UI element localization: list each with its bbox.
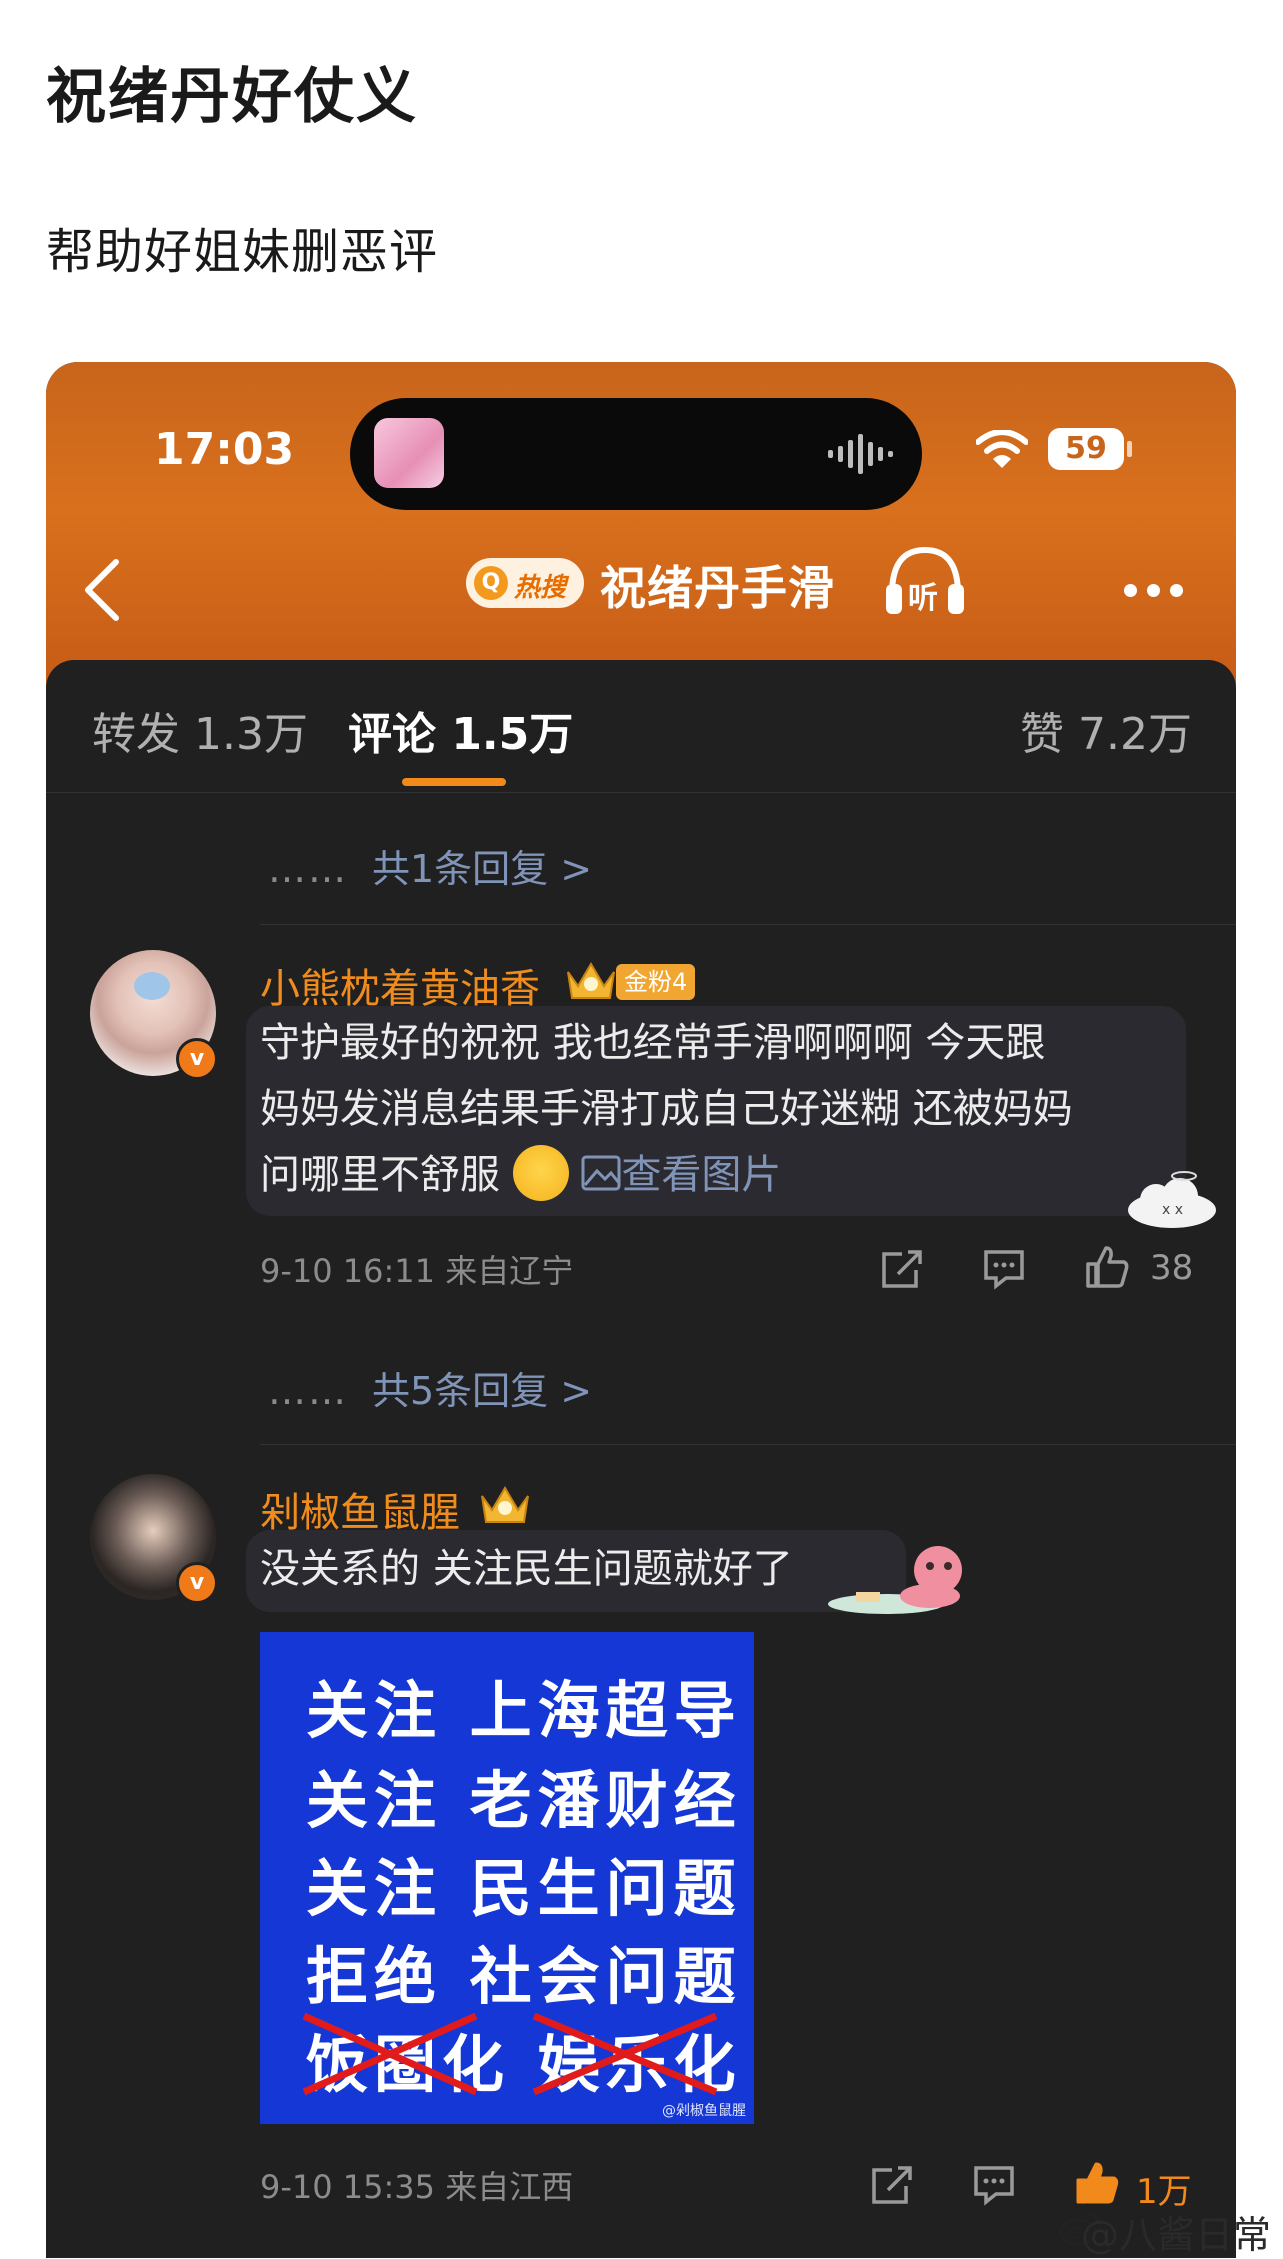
fan-level-badge: 金粉4 (616, 964, 696, 1000)
share-icon[interactable] (870, 2164, 914, 2206)
verified-badge-icon: v (176, 1038, 218, 1080)
poster-line-1: 关注 上海超导 (306, 1674, 742, 1747)
battery-tip (1127, 441, 1132, 457)
divider (260, 924, 1236, 925)
battery-indicator: 59 (1048, 428, 1124, 470)
share-icon[interactable] (880, 1248, 924, 1290)
like-count: 38 (1150, 1248, 1194, 1288)
comment-icon[interactable] (982, 1248, 1026, 1290)
music-thumbnail (374, 418, 444, 488)
post-title: 祝绪丹好仗义 (46, 62, 418, 132)
more-options-icon[interactable] (1124, 582, 1193, 601)
tab-repost[interactable]: 转发 1.3万 (92, 698, 308, 762)
comment-meta: 9-10 15:35 来自江西 (260, 2168, 574, 2206)
comment-line-1: 守护最好的祝祝 我也经常手滑啊啊啊 今天跟 (260, 1020, 1046, 1066)
thumbs-up-icon[interactable] (1084, 1244, 1130, 1290)
strike-cross-icon (302, 2012, 478, 2096)
comment-text: 没关系的 关注民生问题就好了 (260, 1546, 793, 1592)
strike-cross-icon (532, 2012, 718, 2096)
watermark: @八酱日常 (1080, 2213, 1271, 2257)
reply-summary-link[interactable]: …… 共5条回复 > (268, 1360, 592, 1415)
search-icon: Q (474, 566, 508, 600)
image-icon (581, 1155, 621, 1191)
attached-poster-image[interactable]: 关注 上海超导 关注 老潘财经 关注 民生问题 拒绝 社会问题 饭圈化 娱乐化 … (260, 1632, 754, 2124)
svg-text:x x: x x (1162, 1202, 1183, 1218)
comment-icon[interactable] (972, 2164, 1016, 2206)
crown-icon (567, 962, 615, 999)
reply-summary-text: 共1条回复 > (372, 847, 593, 891)
cloud-sticker-icon: x x (1128, 1171, 1216, 1228)
verified-badge-icon: v (176, 1562, 218, 1604)
tab-likes[interactable]: 赞 7.2万 (1020, 698, 1192, 762)
poster-line-3: 关注 民生问题 (306, 1852, 742, 1925)
divider (260, 1444, 1236, 1445)
reply-summary-link[interactable]: …… 共1条回复 > (268, 838, 592, 893)
topic-title[interactable]: 祝绪丹手滑 (600, 552, 835, 618)
dynamic-island[interactable] (350, 398, 922, 510)
crown-icon (481, 1486, 529, 1523)
listen-label: 听 (908, 581, 938, 616)
weibo-header: 17:03 59 Q 热搜 祝绪丹手滑 听 (46, 362, 1236, 692)
comment-meta: 9-10 16:11 来自辽宁 (260, 1252, 574, 1290)
post-body: 帮助好姐妹删恶评 (46, 224, 439, 280)
view-image-label: 查看图片 (621, 1152, 782, 1198)
hot-search-label: 热搜 (514, 573, 567, 603)
comment-line-2: 妈妈发消息结果手滑打成自己好迷糊 还被妈妈 (260, 1086, 1073, 1132)
poster-credit: @剁椒鱼鼠腥 (662, 2103, 746, 2119)
view-image-link[interactable]: 查看图片 (581, 1152, 781, 1198)
hot-search-badge[interactable]: Q 热搜 (466, 558, 584, 608)
comment-line-3: 问哪里不舒服 查看图片 (260, 1142, 781, 1208)
reply-dots: …… (268, 1369, 348, 1413)
status-time: 17:03 (154, 424, 295, 475)
poster-line-4: 拒绝 社会问题 (306, 1940, 742, 2013)
beaver-sticker-icon (828, 1546, 962, 1614)
headphones-listen-icon[interactable]: 听 (882, 544, 968, 618)
comment-panel: 转发 1.3万 评论 1.5万 赞 7.2万 …… 共1条回复 > v 小熊枕着黄… (46, 660, 1236, 2258)
embedded-screenshot: 17:03 59 Q 热搜 祝绪丹手滑 听 转发 1.3万 评论 1.5万 赞 … (46, 362, 1236, 2258)
tab-comments[interactable]: 评论 1.5万 (348, 698, 573, 762)
reply-summary-text: 共5条回复 > (372, 1369, 593, 1413)
back-chevron-icon[interactable] (82, 558, 122, 622)
audio-wave-icon (828, 434, 893, 474)
comment-line-3-text: 问哪里不舒服 (260, 1152, 500, 1198)
poster-line-2: 关注 老潘财经 (306, 1764, 742, 1837)
thumbs-up-filled-icon[interactable] (1074, 2160, 1120, 2206)
wifi-icon (976, 430, 1028, 468)
tab-bar: 转发 1.3万 评论 1.5万 赞 7.2万 (46, 660, 1236, 793)
active-tab-indicator (402, 778, 506, 786)
reply-dots: …… (268, 847, 348, 891)
crying-emoji-icon (512, 1145, 569, 1201)
